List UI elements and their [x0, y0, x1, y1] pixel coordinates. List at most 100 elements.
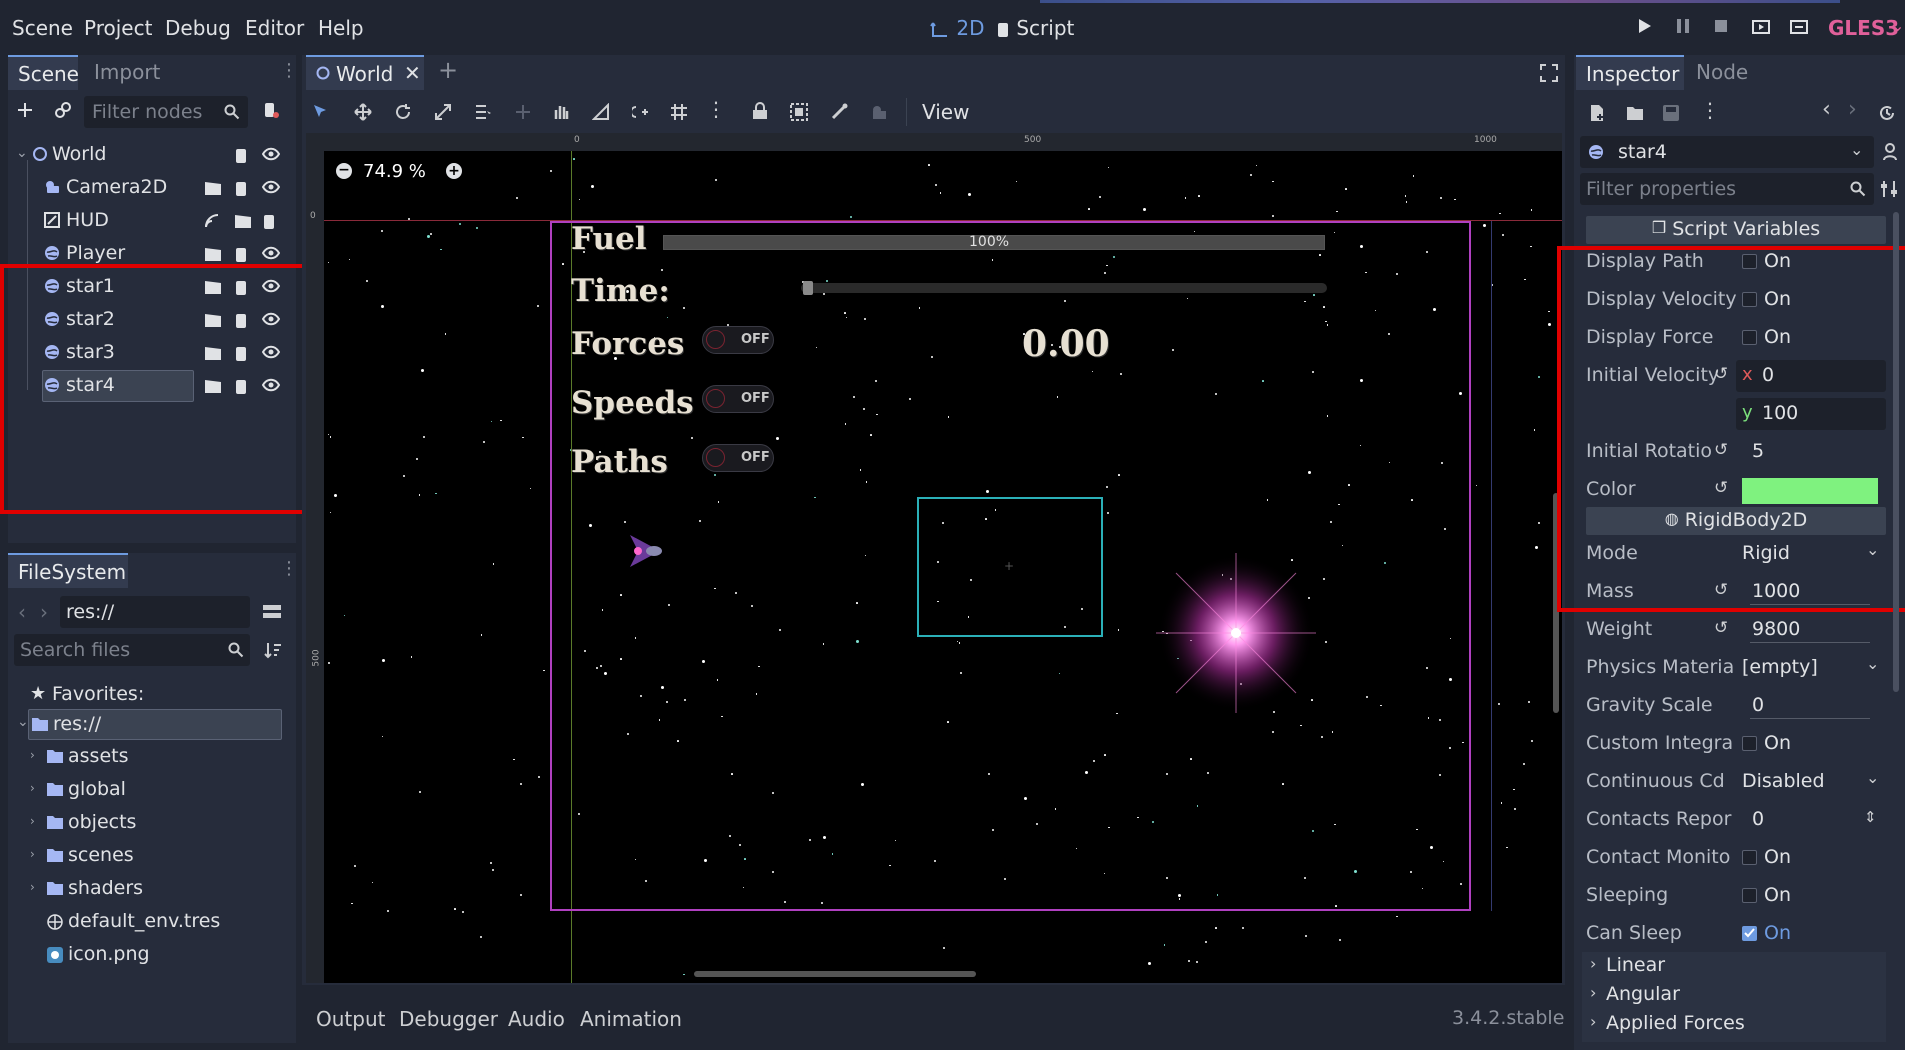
more-options-icon[interactable]: ⋮: [1700, 98, 1720, 122]
sleeping-checkbox[interactable]: [1742, 888, 1757, 903]
contacts-reported-spinbox[interactable]: 0 ⇕: [1736, 804, 1886, 836]
inspector-scrollbar[interactable]: [1893, 212, 1899, 692]
gravity-scale-value[interactable]: 0: [1752, 694, 1764, 716]
script-icon[interactable]: [234, 147, 248, 165]
script-icon[interactable]: [234, 246, 248, 264]
visibility-icon[interactable]: [262, 147, 280, 161]
group-icon[interactable]: [790, 103, 808, 121]
play-icon[interactable]: [1638, 18, 1652, 34]
bone-icon[interactable]: [830, 103, 848, 121]
history-forward-icon[interactable]: ›: [1848, 97, 1857, 122]
scale-tool-icon[interactable]: [434, 103, 452, 121]
tab-scene[interactable]: Scene: [8, 55, 79, 90]
horizontal-scrollbar[interactable]: [694, 971, 976, 977]
speeds-toggle[interactable]: OFF: [702, 385, 774, 413]
tab-debugger[interactable]: Debugger: [399, 1007, 498, 1031]
signal-icon[interactable]: [204, 213, 220, 229]
path-field[interactable]: res://: [60, 596, 250, 628]
new-resource-icon[interactable]: [1588, 104, 1606, 122]
dock-menu-icon[interactable]: ⋮: [280, 60, 298, 81]
file-item[interactable]: › assets: [30, 742, 280, 772]
object-selector[interactable]: star4 ⌄: [1580, 136, 1874, 168]
more-options-icon[interactable]: ⋮: [706, 97, 726, 121]
visibility-icon[interactable]: [262, 246, 280, 260]
forces-toggle[interactable]: OFF: [702, 326, 774, 354]
move-tool-icon[interactable]: [354, 103, 372, 121]
star-sprite[interactable]: [1156, 553, 1316, 713]
ruler-tool-icon[interactable]: [592, 103, 610, 121]
pause-icon[interactable]: [1676, 18, 1690, 34]
viewport-canvas[interactable]: 0 500 1000 0 500 − 74.9 % + + Fuel 100% …: [306, 133, 1562, 983]
camera-override-icon[interactable]: [870, 103, 888, 121]
filter-nodes-input[interactable]: Filter nodes: [84, 96, 248, 128]
add-tab-icon[interactable]: +: [438, 56, 458, 84]
scene-instance-icon[interactable]: [204, 180, 222, 196]
close-icon[interactable]: ✕: [404, 61, 421, 85]
script-icon[interactable]: [262, 213, 276, 231]
rotate-tool-icon[interactable]: [394, 103, 412, 121]
history-back-icon[interactable]: ‹: [1822, 97, 1831, 122]
mode-2d-button[interactable]: 2D: [930, 16, 984, 40]
time-slider-handle[interactable]: [803, 281, 813, 295]
lock-icon[interactable]: [752, 102, 768, 120]
time-slider[interactable]: [801, 281, 1327, 295]
file-item[interactable]: › global: [30, 775, 280, 805]
file-item[interactable]: default_env.tres: [30, 907, 280, 937]
pan-tool-icon[interactable]: [552, 103, 570, 121]
tab-import[interactable]: Import: [94, 60, 160, 84]
menu-scene[interactable]: Scene: [12, 16, 73, 40]
scene-instance-icon[interactable]: [234, 213, 252, 229]
property-tools-icon[interactable]: [1880, 180, 1898, 198]
fullscreen-icon[interactable]: [1540, 64, 1558, 82]
pivot-tool-icon[interactable]: [514, 103, 532, 121]
continuous-cd-select[interactable]: Disabled ⌄: [1736, 766, 1886, 798]
file-item[interactable]: icon.png: [30, 940, 280, 970]
smart-snap-icon[interactable]: [632, 103, 650, 121]
list-select-icon[interactable]: [474, 103, 492, 121]
sort-icon[interactable]: [264, 641, 282, 659]
zoom-in-icon[interactable]: +: [446, 163, 462, 179]
scene-instance-icon[interactable]: [204, 246, 222, 262]
revert-icon[interactable]: ↺: [1714, 618, 1728, 638]
can-sleep-checkbox[interactable]: [1742, 926, 1757, 941]
tab-output[interactable]: Output: [316, 1007, 385, 1031]
custom-integrator-checkbox[interactable]: [1742, 736, 1757, 751]
search-files-input[interactable]: Search files: [14, 634, 250, 666]
player-ship[interactable]: [626, 531, 670, 571]
link-icon[interactable]: [54, 101, 72, 119]
group-angular[interactable]: › Angular: [1590, 983, 1880, 1009]
section-script-variables[interactable]: ❒ Script Variables: [1586, 216, 1886, 244]
grid-snap-icon[interactable]: [670, 103, 688, 121]
zoom-out-icon[interactable]: −: [336, 163, 352, 179]
menu-debug[interactable]: Debug: [165, 16, 231, 40]
group-linear[interactable]: › Linear: [1590, 954, 1880, 980]
tab-audio[interactable]: Audio: [508, 1007, 565, 1031]
forward-icon[interactable]: ›: [40, 600, 48, 624]
res-root-row[interactable]: ⌄ res://: [17, 709, 282, 740]
attach-script-icon[interactable]: [262, 101, 280, 119]
play-custom-icon[interactable]: [1790, 18, 1808, 34]
renderer-select[interactable]: GLES3: [1828, 16, 1899, 40]
tab-node[interactable]: Node: [1696, 60, 1748, 84]
contact-monitor-checkbox[interactable]: [1742, 850, 1757, 865]
weight-value[interactable]: 9800: [1752, 618, 1800, 640]
add-node-icon[interactable]: [16, 101, 34, 119]
file-item[interactable]: › scenes: [30, 841, 280, 871]
view-menu[interactable]: View: [922, 100, 969, 124]
open-folder-icon[interactable]: [1626, 104, 1644, 122]
menu-help[interactable]: Help: [318, 16, 364, 40]
split-view-icon[interactable]: [262, 603, 282, 621]
favorites-row[interactable]: ★ Favorites:: [30, 681, 270, 709]
menu-project[interactable]: Project: [84, 16, 152, 40]
mode-script-button[interactable]: Script: [996, 16, 1074, 40]
save-icon[interactable]: [1662, 104, 1680, 122]
object-tools-icon[interactable]: [1880, 142, 1900, 162]
dock-menu-icon[interactable]: ⋮: [280, 558, 298, 579]
play-scene-icon[interactable]: [1752, 18, 1770, 34]
tab-filesystem[interactable]: FileSystem: [8, 553, 128, 588]
select-tool-icon[interactable]: [312, 103, 330, 121]
stop-icon[interactable]: [1714, 19, 1728, 33]
tab-inspector[interactable]: Inspector: [1576, 55, 1684, 90]
paths-toggle[interactable]: OFF: [702, 444, 774, 472]
tab-animation[interactable]: Animation: [580, 1007, 682, 1031]
